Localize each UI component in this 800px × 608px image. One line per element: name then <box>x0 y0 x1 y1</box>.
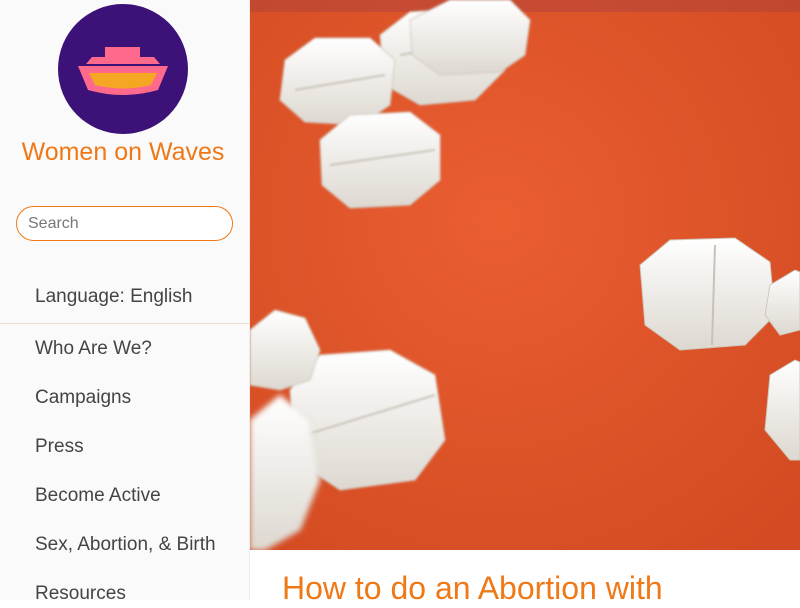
language-selector[interactable]: Language: English <box>35 283 192 311</box>
pills-photo <box>250 0 800 550</box>
sidebar: Women on Waves Language: English Who Are… <box>0 0 250 600</box>
main-nav: Who Are We? Campaigns Press Become Activ… <box>35 335 216 600</box>
nav-item-become-active[interactable]: Become Active <box>35 482 216 531</box>
nav-item-who-are-we[interactable]: Who Are We? <box>35 335 216 384</box>
search-input[interactable] <box>16 206 233 241</box>
hero-image <box>250 0 800 550</box>
nav-item-sex-abortion-birth[interactable]: Sex, Abortion, & Birth <box>35 531 216 580</box>
divider <box>0 323 249 324</box>
nav-item-campaigns[interactable]: Campaigns <box>35 384 216 433</box>
site-logo-icon[interactable] <box>58 4 188 134</box>
nav-item-press[interactable]: Press <box>35 433 216 482</box>
ship-logo-icon <box>78 47 168 95</box>
nav-item-resources[interactable]: Resources <box>35 580 216 600</box>
article-title[interactable]: How to do an Abortion with <box>282 568 663 608</box>
site-title-link[interactable]: Women on Waves <box>0 137 246 167</box>
